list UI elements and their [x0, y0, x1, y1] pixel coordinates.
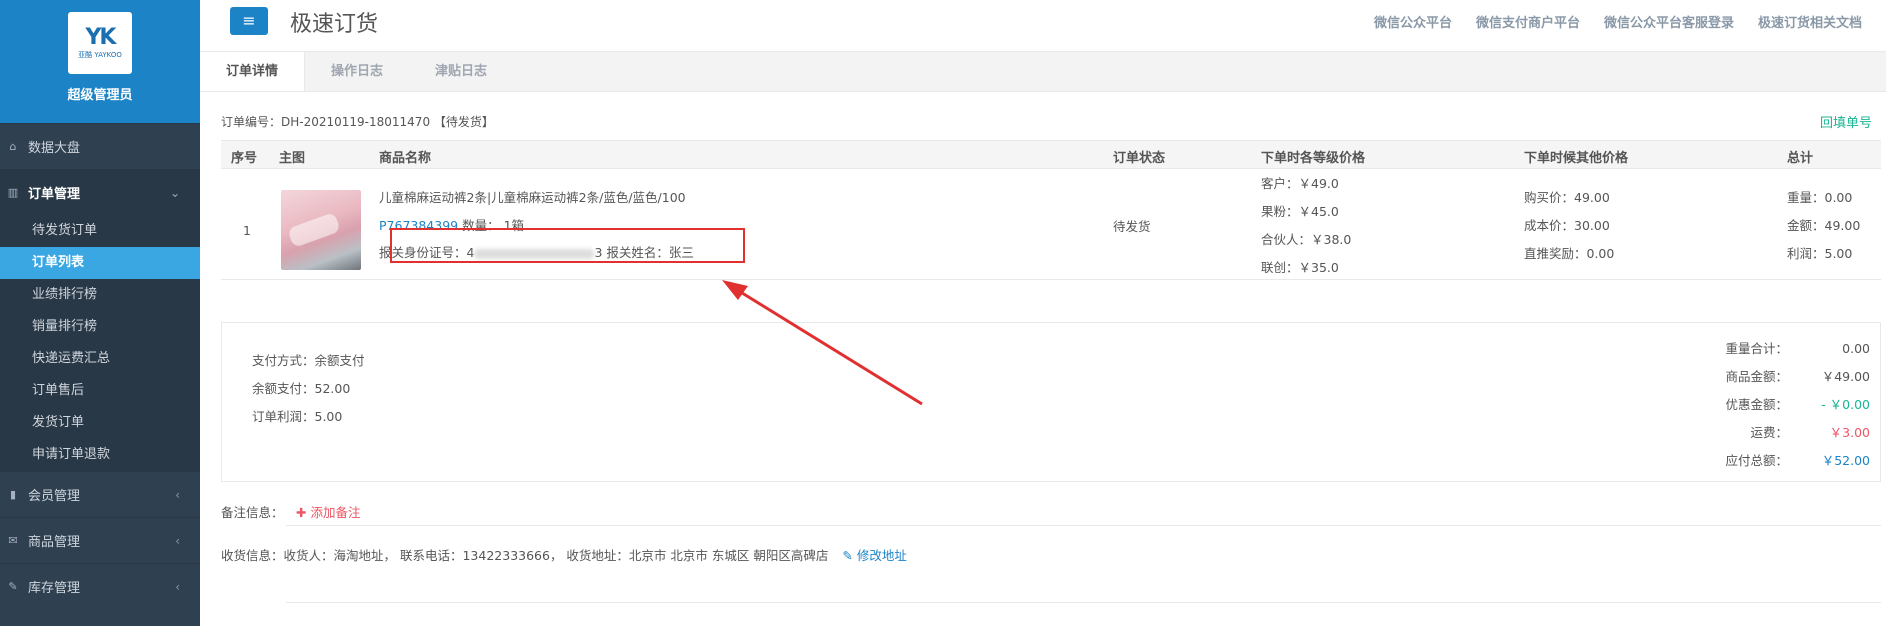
arrow-head: [722, 280, 748, 300]
arrow-shaft: [733, 286, 923, 406]
annotation-arrow: [722, 280, 923, 406]
